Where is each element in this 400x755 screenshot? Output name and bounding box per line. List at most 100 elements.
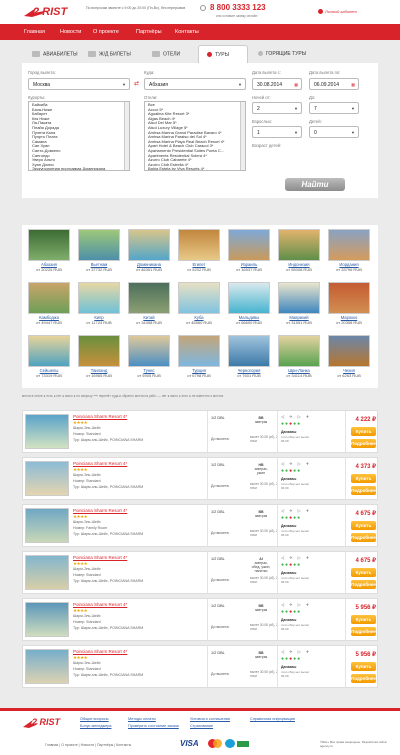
- hotel-name-link[interactable]: Poinciana Sharm Resort 4*: [73, 602, 127, 607]
- buy-button[interactable]: Купить: [351, 474, 376, 483]
- destination-card[interactable]: Маврикий от 31551 RUB: [278, 282, 320, 329]
- date-from-input[interactable]: 30.08.2014 ▦: [252, 78, 302, 90]
- destination-photo[interactable]: [278, 229, 320, 261]
- to-select[interactable]: Абхазия ▼: [144, 78, 246, 90]
- destination-card[interactable]: Китай от 34358 RUB: [128, 282, 170, 329]
- hotel-photo[interactable]: [25, 414, 69, 449]
- footer-link-bonus[interactable]: Бонус менеджера: [80, 724, 111, 728]
- hotel-photo[interactable]: [25, 555, 69, 590]
- calendar-icon[interactable]: ▦: [351, 82, 355, 87]
- scrollbar[interactable]: [240, 102, 245, 170]
- phone-number[interactable]: 8 800 3333 123: [210, 3, 266, 12]
- children-select[interactable]: 0 ▼: [309, 126, 359, 138]
- destination-card[interactable]: Мальдивы от 66600 RUB: [228, 282, 270, 329]
- adults-select[interactable]: 1 ▼: [252, 126, 302, 138]
- destination-photo[interactable]: [178, 335, 220, 367]
- destination-card[interactable]: Куба от 45560 RUB: [178, 282, 220, 329]
- destination-photo[interactable]: [78, 335, 120, 367]
- destination-card[interactable]: Израиль от 16537 RUB: [228, 229, 270, 276]
- tab-tours[interactable]: ТУРЫ: [198, 45, 248, 63]
- details-button[interactable]: Подробнее: [351, 627, 376, 636]
- destination-photo[interactable]: [328, 282, 370, 314]
- details-button[interactable]: Подробнее: [351, 533, 376, 542]
- footer-link-payment[interactable]: Методы оплаты: [128, 717, 156, 721]
- scrollbar[interactable]: [124, 102, 129, 170]
- nav-contacts[interactable]: Контакты: [175, 29, 199, 35]
- buy-button[interactable]: Купить: [351, 615, 376, 624]
- destination-photo[interactable]: [128, 229, 170, 261]
- hotel-photo[interactable]: [25, 508, 69, 543]
- hotel-option[interactable]: Bahia Estela by Viva Resorts 4*: [148, 167, 242, 170]
- details-button[interactable]: Подробнее: [351, 486, 376, 495]
- destination-photo[interactable]: [328, 229, 370, 261]
- resorts-list[interactable]: Байкиба Бзиа-Ниже Кабарет Кек Ниже Ла-Паката…: [28, 101, 130, 171]
- tab-hotels[interactable]: ОТЕЛИ: [152, 45, 180, 63]
- nights-to-select[interactable]: 7 ▼: [309, 102, 359, 114]
- destination-photo[interactable]: [28, 335, 70, 367]
- destination-photo[interactable]: [228, 282, 270, 314]
- destination-photo[interactable]: [228, 335, 270, 367]
- destination-photo[interactable]: [178, 229, 220, 261]
- date-to-input[interactable]: 06.09.2014 ▦: [309, 78, 359, 90]
- hotel-name-link[interactable]: Poinciana Sharm Resort 4*: [73, 414, 127, 419]
- footer-link-faq[interactable]: Общие вопросы: [80, 717, 109, 721]
- calendar-icon[interactable]: ▦: [294, 82, 298, 87]
- hotel-name-link[interactable]: Poinciana Sharm Resort 4*: [73, 555, 127, 560]
- destination-photo[interactable]: [278, 335, 320, 367]
- footer-nav-home[interactable]: Главная: [45, 743, 58, 747]
- nav-home[interactable]: Главная: [24, 29, 45, 35]
- destination-photo[interactable]: [128, 282, 170, 314]
- from-select[interactable]: Москва ▼: [28, 78, 130, 90]
- nav-partners[interactable]: Партнёры: [136, 29, 162, 35]
- details-button[interactable]: Подробнее: [351, 439, 376, 448]
- logo[interactable]: 2 RIST: [22, 4, 72, 20]
- destination-card[interactable]: Черногория от 7601 RUB: [228, 335, 270, 382]
- details-button[interactable]: Подробнее: [351, 580, 376, 589]
- destination-photo[interactable]: [28, 229, 70, 261]
- destination-card[interactable]: Египет от 5202 RUB: [178, 229, 220, 276]
- destination-photo[interactable]: [228, 229, 270, 261]
- destination-photo[interactable]: [28, 282, 70, 314]
- destination-card[interactable]: Вьетнам от 37732 RUB: [78, 229, 120, 276]
- destination-card[interactable]: Таиланд от 16965 RUB: [78, 335, 120, 382]
- destination-card[interactable]: Кипр от 11724 RUB: [78, 282, 120, 329]
- hotel-name-link[interactable]: Poinciana Sharm Resort 4*: [73, 461, 127, 466]
- footer-nav-partners[interactable]: Партнёры: [97, 743, 113, 747]
- destination-card[interactable]: Шри-Ланка от 34114 RUB: [278, 335, 320, 382]
- hotel-photo[interactable]: [25, 461, 69, 496]
- footer-link-order-status[interactable]: Проверить состояние заказа: [128, 724, 179, 728]
- hotels-list[interactable]: Все Accor 5* Agualina Kite Resort 3* Algas …: [144, 101, 246, 171]
- destination-card[interactable]: Абхазия от 20225 RUB: [28, 229, 70, 276]
- tab-hot-tours[interactable]: ГОРЯЩИЕ ТУРЫ: [258, 45, 306, 63]
- footer-link-insurance[interactable]: Страхование: [190, 724, 213, 728]
- destination-card[interactable]: Иордания от 33796 RUB: [328, 229, 370, 276]
- footer-logo[interactable]: 2 RIST: [22, 716, 62, 730]
- details-button[interactable]: Подробнее: [351, 674, 376, 683]
- buy-button[interactable]: Купить: [351, 662, 376, 671]
- personal-cabinet-link[interactable]: Личный кабинет: [325, 9, 357, 14]
- hotel-photo[interactable]: [25, 649, 69, 684]
- destination-photo[interactable]: [128, 335, 170, 367]
- footer-nav-contacts[interactable]: Контакты: [116, 743, 131, 747]
- swap-icon[interactable]: ⇄: [134, 80, 139, 87]
- footer-link-terms[interactable]: Условия и соглашения: [190, 717, 230, 721]
- destination-card[interactable]: Камбоджа от 49447 RUB: [28, 282, 70, 329]
- destination-card[interactable]: Индонезия от 55008 RUB: [278, 229, 320, 276]
- buy-button[interactable]: Купить: [351, 568, 376, 577]
- destination-photo[interactable]: [78, 229, 120, 261]
- find-button[interactable]: Найти: [285, 178, 345, 191]
- destination-photo[interactable]: [178, 282, 220, 314]
- destination-card[interactable]: Чехия от 6263 RUB: [328, 335, 370, 382]
- destination-card[interactable]: Доминикана от 46351 RUB: [128, 229, 170, 276]
- footer-nav-news[interactable]: Новости: [81, 743, 95, 747]
- footer-link-info[interactable]: Справочная информация: [250, 717, 295, 721]
- footer-nav-about[interactable]: О проекте: [61, 743, 78, 747]
- buy-button[interactable]: Купить: [351, 521, 376, 530]
- hotel-name-link[interactable]: Poinciana Sharm Resort 4*: [73, 508, 127, 513]
- destination-photo[interactable]: [78, 282, 120, 314]
- nights-from-select[interactable]: 2 ▼: [252, 102, 302, 114]
- tab-rail[interactable]: Ж/Д БИЛЕТЫ: [88, 45, 131, 63]
- callback-link[interactable]: или оставьте заявку онлайн: [216, 14, 257, 18]
- destination-photo[interactable]: [278, 282, 320, 314]
- destination-card[interactable]: Сейшелы от 73319 RUB: [28, 335, 70, 382]
